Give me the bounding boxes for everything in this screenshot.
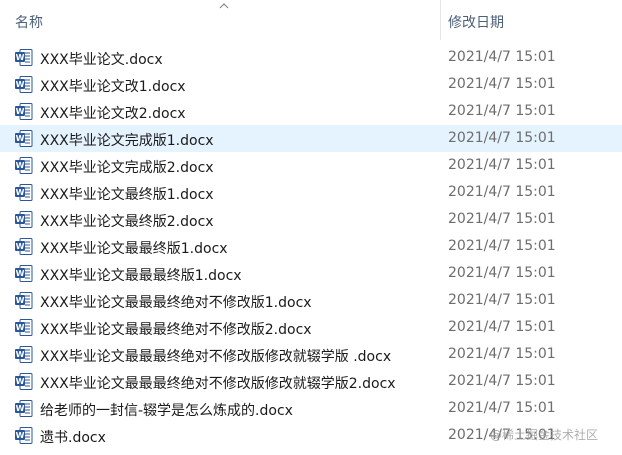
- svg-text:W: W: [16, 269, 25, 278]
- file-row[interactable]: W XXX毕业论文最最终版1.docx 2021/4/7 15:01: [0, 233, 622, 260]
- svg-text:W: W: [16, 134, 25, 143]
- svg-text:W: W: [16, 80, 25, 89]
- file-name[interactable]: XXX毕业论文最最终版1.docx: [40, 238, 228, 258]
- file-modified-date: 2021/4/7 15:01: [448, 265, 556, 281]
- file-modified-date: 2021/4/7 15:01: [448, 76, 556, 92]
- svg-text:W: W: [16, 107, 25, 116]
- svg-text:W: W: [16, 296, 25, 305]
- file-row[interactable]: W XXX毕业论文.docx 2021/4/7 15:01: [0, 44, 622, 71]
- word-document-icon: W: [15, 319, 33, 336]
- svg-text:W: W: [16, 215, 25, 224]
- word-document-icon: W: [15, 103, 33, 120]
- column-header-date[interactable]: 修改日期: [441, 0, 622, 40]
- file-list: W XXX毕业论文.docx 2021/4/7 15:01 W XXX毕业论文改1.do…: [0, 44, 622, 449]
- svg-text:W: W: [16, 404, 25, 413]
- file-modified-date: 2021/4/7 15:01: [448, 292, 556, 308]
- svg-text:W: W: [16, 161, 25, 170]
- svg-text:W: W: [16, 377, 25, 386]
- word-document-icon: W: [15, 157, 33, 174]
- file-name[interactable]: XXX毕业论文改2.docx: [40, 103, 186, 123]
- file-row[interactable]: W XXX毕业论文最终版1.docx 2021/4/7 15:01: [0, 179, 622, 206]
- file-row[interactable]: W XXX毕业论文最最最终绝对不修改版1.docx 2021/4/7 15:01: [0, 287, 622, 314]
- word-document-icon: W: [15, 238, 33, 255]
- word-document-icon: W: [15, 373, 33, 390]
- file-row[interactable]: W XXX毕业论文最最最终版1.docx 2021/4/7 15:01: [0, 260, 622, 287]
- column-header-bar: 名称 修改日期: [0, 0, 622, 40]
- file-name[interactable]: XXX毕业论文最最最终绝对不修改版2.docx: [40, 319, 312, 339]
- file-row[interactable]: W XXX毕业论文最终版2.docx 2021/4/7 15:01: [0, 206, 622, 233]
- file-name[interactable]: XXX毕业论文最最最终绝对不修改版修改就辍学版2.docx: [40, 373, 396, 393]
- word-document-icon: W: [15, 427, 33, 444]
- file-row[interactable]: W XXX毕业论文改2.docx 2021/4/7 15:01: [0, 98, 622, 125]
- word-document-icon: W: [15, 130, 33, 147]
- file-name[interactable]: XXX毕业论文最最最终版1.docx: [40, 265, 242, 285]
- file-name[interactable]: XXX毕业论文最最最终绝对不修改版修改就辍学版 .docx: [40, 346, 391, 366]
- file-row[interactable]: W XXX毕业论文最最最终绝对不修改版修改就辍学版2.docx 2021/4/7 1…: [0, 368, 622, 395]
- file-row[interactable]: W XXX毕业论文完成版1.docx 2021/4/7 15:01: [0, 125, 622, 152]
- file-name[interactable]: 给老师的一封信-辍学是怎么炼成的.docx: [40, 400, 293, 420]
- file-row[interactable]: W XXX毕业论文最最最终绝对不修改版修改就辍学版 .docx 2021/4/7 1…: [0, 341, 622, 368]
- word-document-icon: W: [15, 346, 33, 363]
- file-modified-date: 2021/4/7 15:01: [448, 184, 556, 200]
- svg-text:W: W: [16, 242, 25, 251]
- file-row[interactable]: W XXX毕业论文最最最终绝对不修改版2.docx 2021/4/7 15:01: [0, 314, 622, 341]
- file-name[interactable]: XXX毕业论文最终版2.docx: [40, 211, 214, 231]
- file-row[interactable]: W XXX毕业论文改1.docx 2021/4/7 15:01: [0, 71, 622, 98]
- file-modified-date: 2021/4/7 15:01: [448, 346, 556, 362]
- word-document-icon: W: [15, 76, 33, 93]
- word-document-icon: W: [15, 292, 33, 309]
- watermark: @稀土掘金技术社区: [490, 428, 599, 442]
- column-header-date-label: 修改日期: [448, 15, 504, 31]
- file-name[interactable]: XXX毕业论文完成版2.docx: [40, 157, 214, 177]
- svg-text:W: W: [16, 53, 25, 62]
- file-name[interactable]: XXX毕业论文最终版1.docx: [40, 184, 214, 204]
- file-name[interactable]: XXX毕业论文最最最终绝对不修改版1.docx: [40, 292, 312, 312]
- file-modified-date: 2021/4/7 15:01: [448, 103, 556, 119]
- file-modified-date: 2021/4/7 15:01: [448, 130, 556, 146]
- word-document-icon: W: [15, 400, 33, 417]
- file-modified-date: 2021/4/7 15:01: [448, 238, 556, 254]
- file-modified-date: 2021/4/7 15:01: [448, 373, 556, 389]
- svg-text:W: W: [16, 188, 25, 197]
- svg-text:W: W: [16, 431, 25, 440]
- column-header-name[interactable]: 名称: [0, 0, 440, 40]
- file-name[interactable]: XXX毕业论文改1.docx: [40, 76, 186, 96]
- svg-text:W: W: [16, 323, 25, 332]
- word-document-icon: W: [15, 184, 33, 201]
- file-modified-date: 2021/4/7 15:01: [448, 49, 556, 65]
- word-document-icon: W: [15, 265, 33, 282]
- file-modified-date: 2021/4/7 15:01: [448, 157, 556, 173]
- svg-text:W: W: [16, 350, 25, 359]
- file-modified-date: 2021/4/7 15:01: [448, 211, 556, 227]
- file-modified-date: 2021/4/7 15:01: [448, 400, 556, 416]
- file-name[interactable]: XXX毕业论文完成版1.docx: [40, 130, 214, 150]
- word-document-icon: W: [15, 211, 33, 228]
- file-row[interactable]: W 给老师的一封信-辍学是怎么炼成的.docx 2021/4/7 15:01: [0, 395, 622, 422]
- sort-arrow-icon: [219, 3, 229, 9]
- word-document-icon: W: [15, 49, 33, 66]
- file-name[interactable]: 遗书.docx: [40, 427, 106, 447]
- file-name[interactable]: XXX毕业论文.docx: [40, 49, 163, 69]
- file-modified-date: 2021/4/7 15:01: [448, 319, 556, 335]
- column-header-name-label: 名称: [15, 15, 43, 31]
- file-row[interactable]: W XXX毕业论文完成版2.docx 2021/4/7 15:01: [0, 152, 622, 179]
